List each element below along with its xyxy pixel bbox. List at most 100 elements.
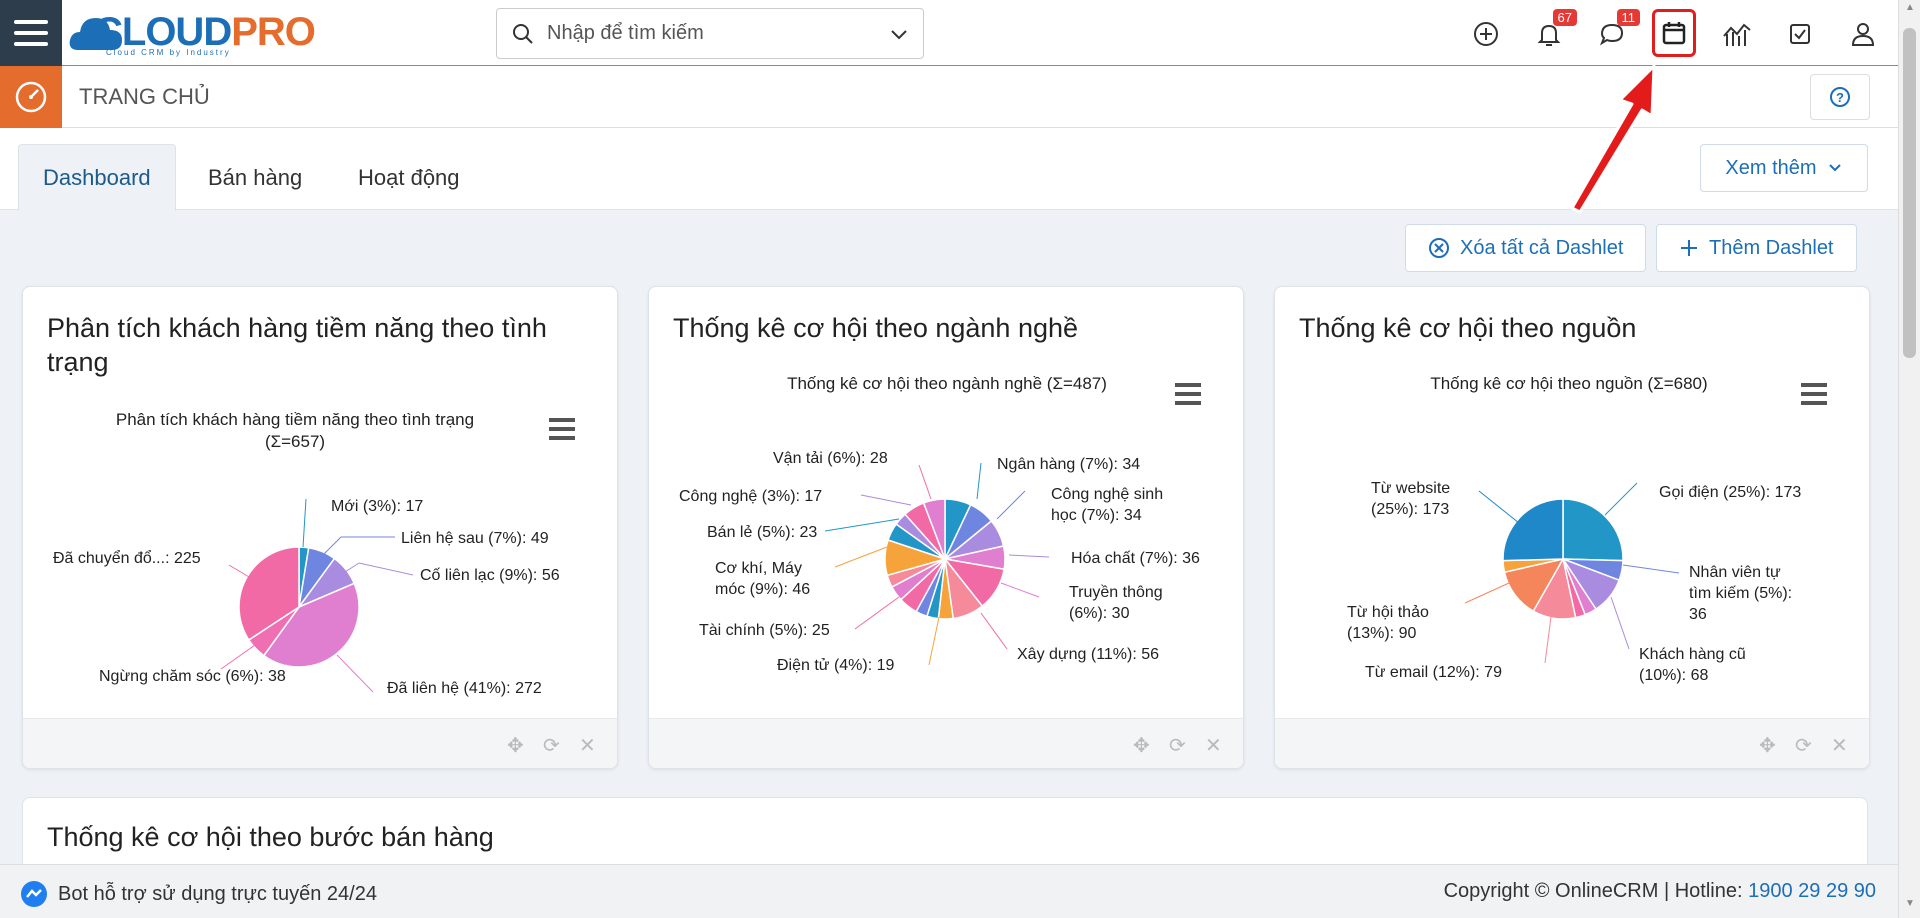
clear-all-dashlets-button[interactable]: Xóa tất cả Dashlet <box>1405 224 1647 272</box>
pie-label: Tài chính (5%): 25 <box>699 622 830 639</box>
pie-slices <box>1502 498 1624 620</box>
pie-label: Liên hệ sau (7%): 49 <box>401 530 549 547</box>
pie-label: (25%): 173 <box>1371 501 1449 518</box>
move-icon[interactable]: ✥ <box>1759 733 1776 758</box>
pie-label: Xây dựng (11%): 56 <box>1017 646 1159 663</box>
pie-label: Cố liên lạc (9%): 56 <box>420 567 560 584</box>
pie-slices <box>238 546 360 668</box>
pie-label: Nhân viên tự <box>1689 564 1781 581</box>
move-icon[interactable]: ✥ <box>507 733 524 758</box>
hotline-label: Hotline: <box>1674 880 1749 902</box>
dashlet-footer: ✥ ⟳ ✕ <box>23 718 617 768</box>
close-circle-icon <box>1429 238 1449 258</box>
dashlet-industry: Thống kê cơ hội theo ngành nghề Thống kê… <box>648 286 1244 769</box>
chart-title: Phân tích khách hàng tiềm năng theo tình… <box>116 410 474 429</box>
pie-label: Ngừng chăm sóc (6%): 38 <box>99 668 286 685</box>
close-icon[interactable]: ✕ <box>1205 733 1222 758</box>
more-label: Xem thêm <box>1725 156 1817 179</box>
add-dashlet-button[interactable]: Thêm Dashlet <box>1656 224 1857 272</box>
pie-label: móc (9%): 46 <box>715 581 810 598</box>
menu-icon[interactable] <box>0 0 62 66</box>
chat-badge: 11 <box>1616 9 1640 26</box>
chart-menu-icon[interactable] <box>1801 383 1827 405</box>
annotation-arrow <box>1570 64 1656 214</box>
dashlet-source: Thống kê cơ hội theo nguồn Thống kê cơ h… <box>1274 286 1870 769</box>
support-chat-label: Bot hỗ trợ sử dụng trực tuyến 24/24 <box>58 882 377 905</box>
pie-label: Từ website <box>1371 480 1450 497</box>
help-button[interactable]: ? <box>1810 74 1870 120</box>
move-icon[interactable]: ✥ <box>1133 733 1150 758</box>
checkbox-icon[interactable] <box>1780 14 1820 54</box>
pie-label: Cơ khí, Máy <box>715 560 802 577</box>
scrollbar[interactable]: ▲ ▼ <box>1898 0 1920 918</box>
scroll-down-icon[interactable]: ▼ <box>1899 898 1920 916</box>
pie-label: Đã chuyển đổ...: 225 <box>53 549 201 567</box>
scrollbar-thumb[interactable] <box>1903 28 1916 358</box>
pie-slice[interactable] <box>1562 498 1624 562</box>
pie-label: Gọi điện (25%): 173 <box>1659 484 1801 501</box>
pie-label: (6%): 30 <box>1069 605 1130 622</box>
hotline-number[interactable]: 1900 29 29 90 <box>1748 880 1876 902</box>
svg-text:?: ? <box>1836 90 1844 105</box>
support-chat[interactable]: Bot hỗ trợ sử dụng trực tuyến 24/24 <box>20 880 377 908</box>
user-icon[interactable] <box>1843 14 1883 54</box>
pie-label: Công nghệ (3%): 17 <box>679 488 822 505</box>
search-input[interactable] <box>547 22 889 45</box>
close-icon[interactable]: ✕ <box>1831 733 1848 758</box>
chat-icon[interactable]: 11 <box>1592 9 1640 54</box>
copyright: Copyright © OnlineCRM <box>1443 880 1659 902</box>
pie-chart-lead-status: Phân tích khách hàng tiềm năng theo tình… <box>53 410 575 697</box>
chart-icon[interactable] <box>1717 14 1757 54</box>
pie-label: Công nghệ sinh <box>1051 486 1163 503</box>
pie-label: Từ hội thảo <box>1347 604 1429 621</box>
pie-label: Vận tải (6%): 28 <box>773 450 888 467</box>
chevron-down-icon <box>1828 164 1841 172</box>
logo-text-pro: PRO <box>231 10 316 54</box>
pie-label: (13%): 90 <box>1347 625 1416 642</box>
pie-label: Bán lẻ (5%): 23 <box>707 524 817 541</box>
logo-subtitle: Cloud CRM by Industry <box>106 48 231 57</box>
separator: | <box>1658 880 1675 902</box>
more-dropdown[interactable]: Xem thêm <box>1700 144 1868 192</box>
search-icon <box>513 23 533 44</box>
pie-slices <box>884 498 1006 620</box>
search-box[interactable] <box>496 8 924 59</box>
pie-label: Khách hàng cũ <box>1639 646 1746 663</box>
close-icon[interactable]: ✕ <box>579 733 596 758</box>
refresh-icon[interactable]: ⟳ <box>1795 733 1812 758</box>
chevron-down-icon[interactable] <box>889 24 909 44</box>
pie-chart-industry: Thống kê cơ hội theo ngành nghề (Σ=487) … <box>679 374 1201 674</box>
chart-title: (Σ=657) <box>265 432 325 451</box>
chart-title: Thống kê cơ hội theo ngành nghề (Σ=487) <box>787 374 1107 393</box>
messenger-icon <box>21 881 47 907</box>
help-icon: ? <box>1830 87 1850 107</box>
dashboard-gauge-icon[interactable] <box>0 66 62 128</box>
top-bar: CLOUDPRO Cloud CRM by Industry 67 11 <box>0 0 1898 66</box>
dashlet-title: Thống kê cơ hội theo bước bán hàng <box>47 822 494 852</box>
pie-chart-source: Thống kê cơ hội theo nguồn (Σ=680) Gọi đ… <box>1347 374 1827 684</box>
calendar-icon[interactable] <box>1652 9 1696 57</box>
pie-label: Truyền thông <box>1069 584 1163 601</box>
notification-badge: 67 <box>1552 9 1577 26</box>
dashlet-lead-status: Phân tích khách hàng tiềm năng theo tình… <box>22 286 618 769</box>
refresh-icon[interactable]: ⟳ <box>543 733 560 758</box>
pie-label: tìm kiếm (5%): <box>1689 585 1792 602</box>
chart-menu-icon[interactable] <box>1175 383 1201 405</box>
pie-label: (10%): 68 <box>1639 667 1708 684</box>
footer-info: Copyright © OnlineCRM | Hotline: 1900 29… <box>1444 880 1876 903</box>
dashlet-footer: ✥ ⟳ ✕ <box>1275 718 1869 768</box>
pie-slice[interactable] <box>1502 498 1564 562</box>
status-bar: Bot hỗ trợ sử dụng trực tuyến 24/24 Copy… <box>0 864 1898 918</box>
scroll-up-icon[interactable]: ▲ <box>1899 2 1920 20</box>
dashlet-footer: ✥ ⟳ ✕ <box>649 718 1243 768</box>
tab-dashboard[interactable]: Dashboard <box>18 144 176 211</box>
tab-hoat-dong[interactable]: Hoạt động <box>334 144 484 211</box>
chart-menu-icon[interactable] <box>549 418 575 440</box>
refresh-icon[interactable]: ⟳ <box>1169 733 1186 758</box>
plus-circle-icon[interactable] <box>1466 14 1506 54</box>
pie-label: Hóa chất (7%): 36 <box>1071 550 1200 567</box>
bell-icon[interactable]: 67 <box>1529 9 1577 54</box>
page-title: TRANG CHỦ <box>79 84 210 109</box>
tab-ban-hang[interactable]: Bán hàng <box>184 144 326 211</box>
logo[interactable]: CLOUDPRO Cloud CRM by Industry <box>69 8 316 58</box>
